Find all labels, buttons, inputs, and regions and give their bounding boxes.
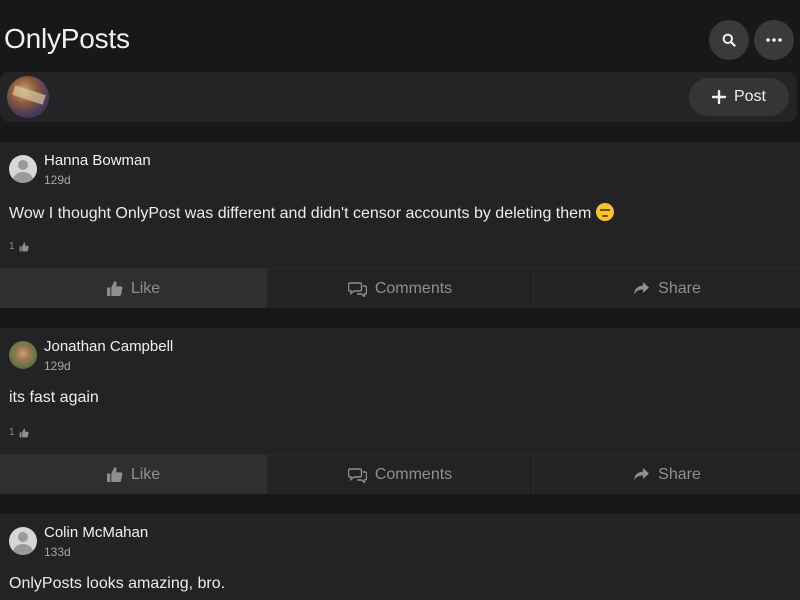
post-text: Wow I thought OnlyPost was different and… bbox=[9, 203, 615, 223]
comments-icon bbox=[347, 281, 367, 297]
author-name[interactable]: Jonathan Campbell bbox=[44, 338, 173, 355]
share-icon bbox=[633, 281, 650, 296]
avatar[interactable] bbox=[9, 341, 37, 369]
share-label: Share bbox=[658, 279, 701, 297]
post-age: 129d bbox=[44, 173, 71, 187]
like-button[interactable]: Like bbox=[0, 269, 267, 308]
new-post-label: Post bbox=[733, 88, 766, 105]
more-button[interactable] bbox=[754, 20, 794, 60]
post-card: Colin McMahan 133d OnlyPosts looks amazi… bbox=[0, 514, 800, 600]
search-button[interactable] bbox=[709, 20, 749, 60]
post-text: its fast again bbox=[9, 389, 99, 407]
app-title: OnlyPosts bbox=[4, 23, 130, 54]
post-card: Jonathan Campbell 129d its fast again 1 … bbox=[0, 328, 800, 494]
like-label: Like bbox=[130, 279, 161, 297]
post-age: 129d bbox=[44, 359, 71, 373]
more-icon bbox=[766, 38, 782, 42]
like-count-value: 1 bbox=[9, 427, 15, 438]
new-post-button[interactable]: Post bbox=[689, 78, 789, 116]
like-count[interactable]: 1 bbox=[9, 241, 29, 252]
app: OnlyPosts Post Hanna Bowman 129d Wow I t… bbox=[0, 0, 800, 600]
avatar[interactable] bbox=[9, 155, 37, 183]
post-text-content: Wow I thought OnlyPost was different and… bbox=[9, 205, 592, 222]
like-label: Like bbox=[130, 465, 161, 483]
comments-button[interactable]: Comments bbox=[267, 455, 534, 494]
comments-label: Comments bbox=[374, 465, 453, 483]
avatar[interactable] bbox=[9, 527, 37, 555]
current-user-avatar[interactable] bbox=[7, 76, 49, 118]
post-text-content: OnlyPosts looks amazing, bro. bbox=[9, 575, 226, 592]
post-card: Hanna Bowman 129d Wow I thought OnlyPost… bbox=[0, 142, 800, 308]
share-label: Share bbox=[658, 465, 701, 483]
comments-button[interactable]: Comments bbox=[267, 269, 534, 308]
header: OnlyPosts bbox=[0, 0, 800, 72]
action-bar: Like Comments Share bbox=[0, 268, 800, 308]
thumbs-up-icon bbox=[19, 242, 29, 252]
post-text-content: its fast again bbox=[9, 389, 99, 406]
author-name[interactable]: Colin McMahan bbox=[44, 524, 148, 541]
share-button[interactable]: Share bbox=[534, 455, 800, 494]
comments-label: Comments bbox=[374, 279, 453, 297]
search-icon bbox=[722, 33, 736, 47]
comments-icon bbox=[347, 467, 367, 483]
plus-icon bbox=[711, 90, 726, 104]
thumbs-up-icon bbox=[106, 466, 123, 483]
like-button[interactable]: Like bbox=[0, 455, 267, 494]
like-count-value: 1 bbox=[9, 241, 15, 252]
post-text: OnlyPosts looks amazing, bro. bbox=[9, 575, 225, 593]
post-age: 133d bbox=[44, 545, 71, 559]
composer: Post bbox=[0, 72, 797, 122]
action-bar: Like Comments Share bbox=[0, 454, 800, 494]
like-count[interactable]: 1 bbox=[9, 427, 29, 438]
unamused-face-icon bbox=[596, 203, 615, 221]
share-button[interactable]: Share bbox=[534, 269, 800, 308]
author-name[interactable]: Hanna Bowman bbox=[44, 152, 151, 169]
thumbs-up-icon bbox=[106, 280, 123, 297]
share-icon bbox=[633, 467, 650, 482]
thumbs-up-icon bbox=[19, 428, 29, 438]
